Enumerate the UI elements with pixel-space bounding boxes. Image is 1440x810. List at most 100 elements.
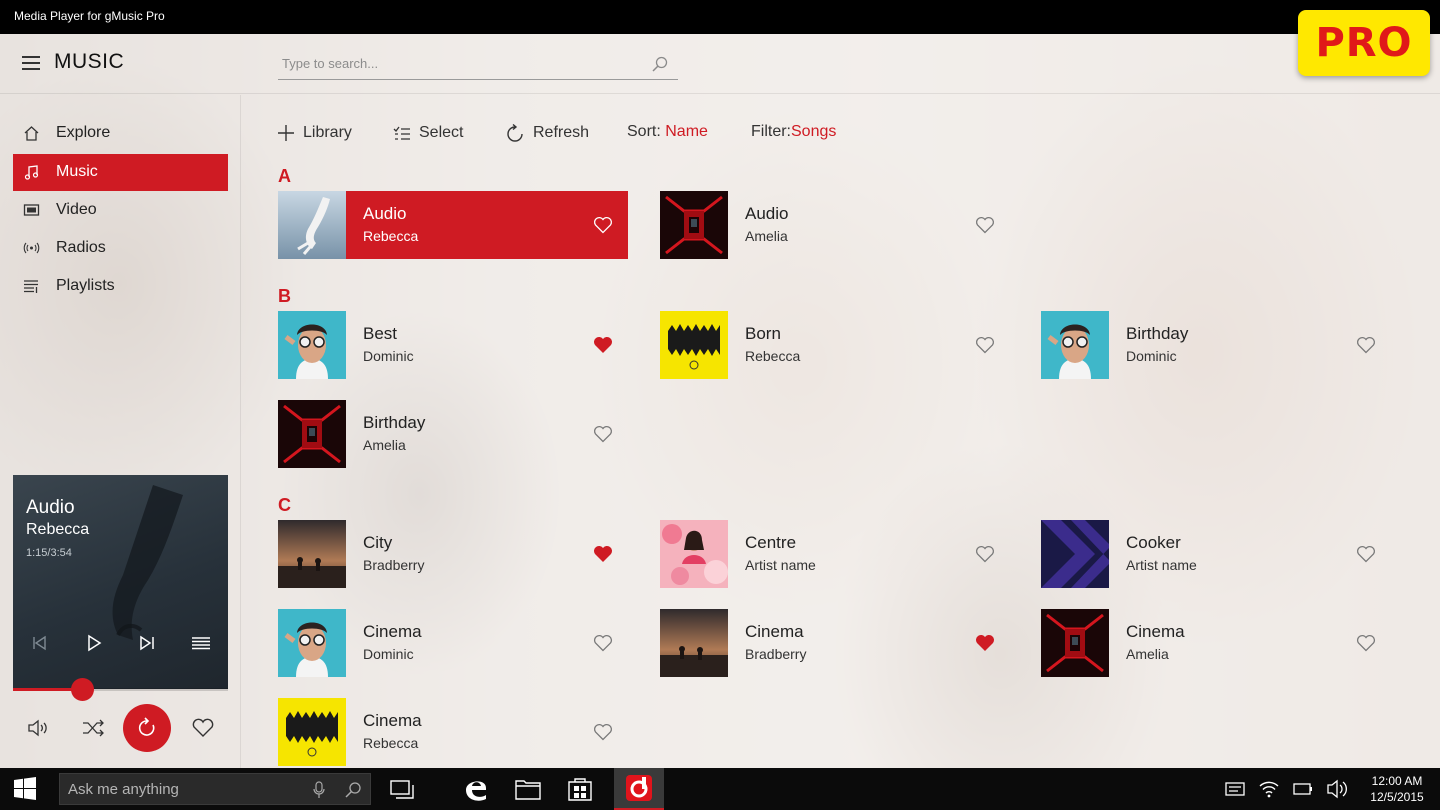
- song-tile[interactable]: Cinema Dominic: [278, 609, 628, 677]
- sidebar-item-playlists[interactable]: Playlists: [13, 268, 228, 305]
- song-tile[interactable]: Birthday Amelia: [278, 400, 628, 468]
- favorite-heart-icon[interactable]: [1356, 545, 1376, 563]
- song-tile[interactable]: Centre Artist name: [660, 520, 1010, 588]
- song-title: Cinema: [745, 622, 804, 641]
- store-icon[interactable]: [566, 768, 594, 810]
- song-tile[interactable]: Cinema Rebecca: [278, 698, 628, 766]
- sidebar-item-label: Radios: [56, 239, 106, 256]
- song-tile[interactable]: Best Dominic: [278, 311, 628, 379]
- song-tile[interactable]: City Bradberry: [278, 520, 628, 588]
- task-view-icon[interactable]: [388, 768, 416, 810]
- album-art-man-glasses-art: [1041, 311, 1109, 379]
- battery-icon[interactable]: [1292, 768, 1314, 810]
- search-icon[interactable]: [344, 781, 362, 799]
- refresh-icon: [507, 124, 523, 142]
- song-artist: Artist name: [745, 557, 816, 573]
- song-tile[interactable]: Cinema Bradberry: [660, 609, 1010, 677]
- song-title: Cinema: [363, 711, 422, 730]
- playback-progress[interactable]: [13, 678, 228, 701]
- cortana-search-input[interactable]: [68, 781, 298, 798]
- previous-icon[interactable]: [27, 631, 51, 655]
- song-title: Born: [745, 324, 781, 343]
- sort-dropdown[interactable]: Sort: Name: [627, 123, 727, 145]
- song-tile[interactable]: Born Rebecca: [660, 311, 1010, 379]
- album-art-hand-art: [278, 191, 346, 259]
- song-title: Audio: [363, 204, 407, 223]
- volume-icon[interactable]: [26, 715, 52, 741]
- album-art-yellow-art: [278, 698, 346, 766]
- song-title: Cinema: [1126, 622, 1185, 641]
- album-art-hallway-art: [660, 191, 728, 259]
- search-input[interactable]: [282, 56, 642, 71]
- sidebar-item-video[interactable]: Video: [13, 192, 228, 229]
- gmusic-app-taskbar-button[interactable]: [614, 768, 664, 810]
- library-button[interactable]: Library: [277, 123, 357, 145]
- favorite-heart-icon[interactable]: [975, 216, 995, 234]
- song-tile[interactable]: Cooker Artist name: [1041, 520, 1391, 588]
- song-tile[interactable]: Birthday Dominic: [1041, 311, 1391, 379]
- favorite-filled-heart-icon[interactable]: [593, 336, 613, 354]
- video-icon: [23, 204, 40, 216]
- favorite-heart-icon[interactable]: [1356, 336, 1376, 354]
- favorite-heart-icon[interactable]: [975, 336, 995, 354]
- now-playing-title: Audio: [26, 497, 75, 518]
- sidebar-item-label: Music: [56, 163, 98, 180]
- sidebar-item-radios[interactable]: Radios: [13, 230, 228, 267]
- select-button[interactable]: Select: [393, 123, 473, 145]
- now-playing-artist: Rebecca: [26, 521, 90, 538]
- favorite-heart-icon[interactable]: [593, 634, 613, 652]
- hamburger-menu-icon[interactable]: [22, 56, 40, 70]
- speaker-icon[interactable]: [1326, 768, 1350, 810]
- favorite-heart-icon[interactable]: [593, 723, 613, 741]
- search-box[interactable]: [278, 50, 678, 80]
- section-letter-c: C: [278, 495, 291, 515]
- edge-browser-icon[interactable]: [460, 768, 492, 810]
- favorite-heart-icon[interactable]: [190, 715, 216, 741]
- favorite-heart-icon[interactable]: [593, 425, 613, 443]
- microphone-icon[interactable]: [312, 781, 326, 799]
- favorite-heart-icon[interactable]: [593, 216, 613, 234]
- song-tile[interactable]: Audio Rebecca: [278, 191, 628, 259]
- song-tile[interactable]: Audio Amelia: [660, 191, 1010, 259]
- windows-start-icon[interactable]: [10, 768, 40, 810]
- now-playing-card[interactable]: Audio Rebecca 1:15/3:54: [13, 475, 228, 689]
- queue-icon[interactable]: [189, 631, 213, 655]
- song-artist: Bradberry: [363, 557, 425, 573]
- repeat-button[interactable]: [123, 704, 171, 752]
- next-icon[interactable]: [135, 631, 159, 655]
- wifi-icon[interactable]: [1258, 768, 1280, 810]
- file-explorer-icon[interactable]: [514, 768, 542, 810]
- album-art-hallway-art: [278, 400, 346, 468]
- filter-prefix: Filter:: [751, 123, 791, 140]
- progress-thumb[interactable]: [70, 678, 94, 701]
- song-artist: Amelia: [1126, 646, 1169, 662]
- search-icon[interactable]: [652, 56, 668, 72]
- pro-badge[interactable]: PRO: [1298, 10, 1430, 76]
- now-playing-time: 1:15/3:54: [26, 547, 72, 559]
- shuffle-icon[interactable]: [80, 715, 106, 741]
- sidebar-item-music[interactable]: Music: [13, 154, 228, 191]
- action-center-icon[interactable]: [1224, 768, 1246, 810]
- music-note-icon: [24, 165, 39, 180]
- song-title: Audio: [745, 204, 789, 223]
- system-clock[interactable]: 12:00 AM 12/5/2015: [1360, 773, 1434, 805]
- song-title: Birthday: [363, 413, 426, 432]
- refresh-label: Refresh: [533, 124, 590, 141]
- song-title: Cooker: [1126, 533, 1181, 552]
- album-art-stripes-art: [1041, 520, 1109, 588]
- refresh-button[interactable]: Refresh: [506, 123, 596, 145]
- clock-time: 12:00 AM: [1371, 774, 1423, 788]
- song-tile[interactable]: Cinema Amelia: [1041, 609, 1391, 677]
- song-title: Best: [363, 324, 398, 343]
- clock-date: 12/5/2015: [1370, 790, 1424, 804]
- song-title: City: [363, 533, 393, 552]
- favorite-heart-icon[interactable]: [1356, 634, 1376, 652]
- play-icon[interactable]: [81, 631, 105, 655]
- app-header: MUSIC: [0, 34, 1440, 94]
- favorite-filled-heart-icon[interactable]: [975, 634, 995, 652]
- filter-dropdown[interactable]: Filter:Songs: [751, 123, 851, 145]
- cortana-search-box[interactable]: [59, 773, 371, 805]
- sidebar-item-explore[interactable]: Explore: [13, 115, 228, 152]
- favorite-filled-heart-icon[interactable]: [593, 545, 613, 563]
- favorite-heart-icon[interactable]: [975, 545, 995, 563]
